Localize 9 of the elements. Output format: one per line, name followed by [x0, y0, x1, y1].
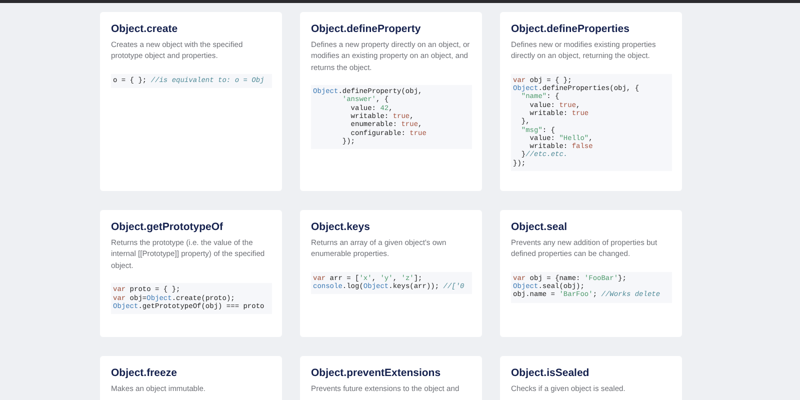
method-title: Object.keys — [311, 221, 371, 234]
method-title: Object.isSealed — [511, 367, 590, 380]
method-title: Object.preventExtensions — [311, 367, 442, 380]
method-title: Object.getPrototypeOf — [111, 221, 224, 234]
method-title: Object.defineProperties — [511, 23, 630, 35]
method-title: Object.freeze — [111, 367, 178, 380]
method-title: Object.create — [111, 23, 179, 35]
method-title: Object.seal — [511, 221, 568, 234]
method-title: Object.defineProperty — [311, 23, 422, 35]
